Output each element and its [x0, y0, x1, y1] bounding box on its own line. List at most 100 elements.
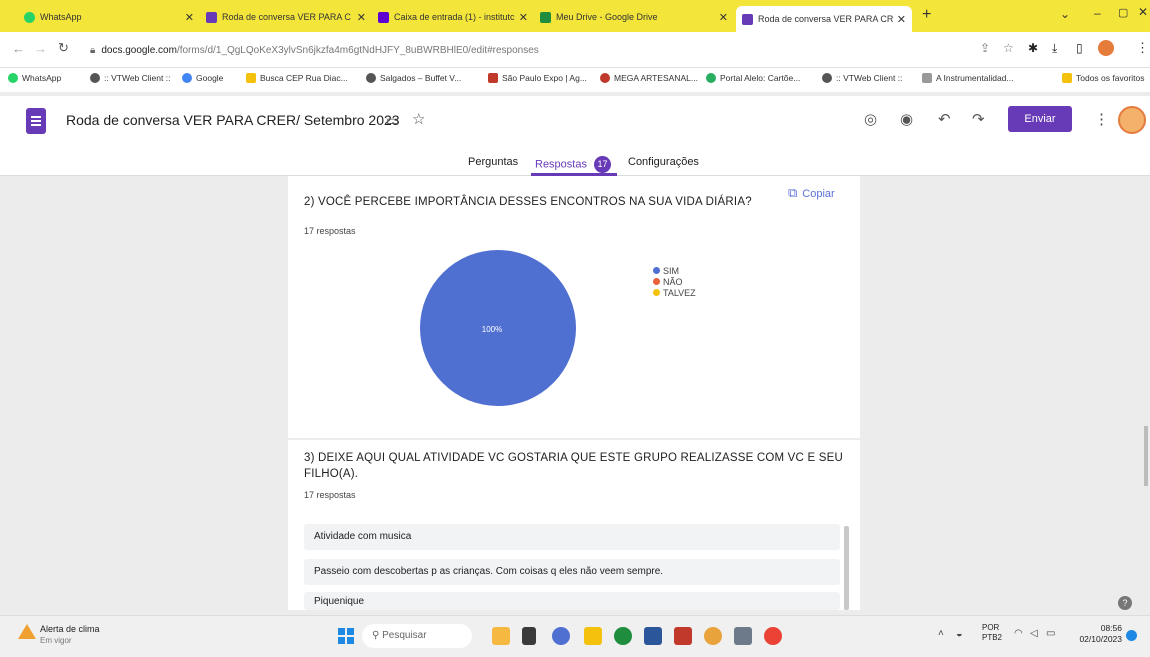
- legend-item-nao: NÃO: [653, 277, 696, 288]
- bookmark-item[interactable]: MEGA ARTESANAL...: [600, 73, 698, 83]
- legend-dot: [653, 278, 660, 285]
- language-indicator[interactable]: POR PTB2: [982, 623, 1002, 643]
- notification-icon[interactable]: [1126, 630, 1137, 641]
- legend-item-sim: SIM: [653, 266, 696, 277]
- bookmark-item[interactable]: São Paulo Expo | Ag...: [488, 73, 587, 83]
- google-forms-icon[interactable]: [26, 108, 46, 134]
- window-close-button[interactable]: ✕: [1138, 5, 1148, 19]
- whatsapp-icon: [8, 73, 18, 83]
- close-icon[interactable]: ✕: [185, 11, 194, 24]
- bookmarks-bar: WhatsApp :: VTWeb Client :: Google Busca…: [0, 68, 1150, 92]
- app-icon[interactable]: [734, 627, 752, 645]
- clock[interactable]: 08:56 02/10/2023: [1074, 623, 1122, 645]
- tab-whatsapp[interactable]: WhatsApp ✕: [18, 4, 200, 30]
- response-count: 17 respostas: [304, 490, 356, 500]
- app-icon[interactable]: [704, 627, 722, 645]
- chevron-down-icon[interactable]: ⌄: [1060, 7, 1070, 21]
- tab-drive[interactable]: Meu Drive - Google Drive ✕: [534, 4, 734, 30]
- send-button[interactable]: Enviar: [1008, 106, 1072, 132]
- weather-alert-icon[interactable]: [18, 624, 36, 639]
- file-explorer-icon[interactable]: [584, 627, 602, 645]
- undo-icon[interactable]: ↶: [938, 110, 951, 128]
- palette-icon[interactable]: ◎: [864, 110, 877, 128]
- bookmark-item[interactable]: :: VTWeb Client ::: [822, 73, 902, 83]
- tab-questions[interactable]: Perguntas: [468, 156, 518, 168]
- bookmark-item[interactable]: WhatsApp: [8, 73, 61, 83]
- bookmark-item[interactable]: :: VTWeb Client ::: [90, 73, 170, 83]
- taskbar-search[interactable]: ⚲ Pesquisar: [362, 624, 472, 648]
- widgets-icon[interactable]: [492, 627, 510, 645]
- edge-icon[interactable]: [614, 627, 632, 645]
- cloud-icon[interactable]: ◒: [956, 628, 963, 640]
- store-icon[interactable]: [644, 627, 662, 645]
- bookmark-item[interactable]: Portal Alelo: Cartõe...: [706, 73, 800, 83]
- chevron-up-icon[interactable]: ˄: [938, 628, 944, 639]
- tab-form-active[interactable]: Roda de conversa VER PARA CR ✕: [736, 6, 912, 32]
- responses-panel: 2) VOCÊ PERCEBE IMPORTÂNCIA DESSES ENCON…: [0, 176, 1150, 610]
- weather-title[interactable]: Alerta de clima: [40, 624, 100, 634]
- weather-subtitle: Em vigor: [40, 636, 72, 645]
- star-icon[interactable]: ☆: [1003, 41, 1014, 55]
- question-card-2: 2) VOCÊ PERCEBE IMPORTÂNCIA DESSES ENCON…: [288, 176, 860, 438]
- folder-icon: [1062, 73, 1072, 83]
- wifi-icon[interactable]: ◠: [1014, 628, 1023, 639]
- share-icon[interactable]: ⇪: [980, 41, 990, 55]
- list-item: Passeio com descobertas p as crianças. C…: [304, 559, 840, 585]
- volume-icon[interactable]: ◁: [1030, 628, 1038, 639]
- new-tab-button[interactable]: +: [922, 6, 931, 24]
- star-icon[interactable]: ☆: [412, 110, 425, 128]
- close-icon[interactable]: ✕: [897, 13, 906, 26]
- menu-icon[interactable]: ⋮: [1136, 40, 1149, 56]
- form-title[interactable]: Roda de conversa VER PARA CRER/ Setembro…: [66, 112, 400, 128]
- close-icon[interactable]: ✕: [519, 11, 528, 24]
- scrollbar[interactable]: [844, 526, 849, 610]
- redo-icon[interactable]: ↷: [972, 110, 985, 128]
- list-item: Atividade com musica: [304, 524, 840, 550]
- chrome-icon[interactable]: [764, 627, 782, 645]
- minimize-button[interactable]: –: [1094, 6, 1101, 20]
- bookmark-item[interactable]: Todos os favoritos: [1062, 73, 1145, 83]
- battery-icon[interactable]: ▭: [1046, 628, 1055, 639]
- sidepanel-icon[interactable]: ▯: [1076, 41, 1083, 55]
- maximize-button[interactable]: ▢: [1118, 6, 1128, 19]
- folder-icon[interactable]: ▭: [386, 112, 399, 129]
- bookmark-item[interactable]: Google: [182, 73, 223, 83]
- response-count: 17 respostas: [304, 226, 356, 236]
- download-icon[interactable]: ⤓: [1052, 41, 1057, 56]
- profile-avatar[interactable]: [1098, 40, 1114, 56]
- bookmark-item[interactable]: Busca CEP Rua Diac...: [246, 73, 348, 83]
- whatsapp-icon: [24, 11, 35, 23]
- tab-mail[interactable]: Caixa de entrada (1) - institutc ✕: [372, 4, 534, 30]
- back-arrow-icon[interactable]: ←: [12, 41, 25, 56]
- mail-icon: [378, 11, 389, 23]
- help-icon[interactable]: ?: [1118, 596, 1132, 610]
- copy-icon: ⧉: [788, 185, 798, 200]
- chat-icon[interactable]: [552, 627, 570, 645]
- google-icon: [182, 73, 192, 83]
- responses-count-badge: 17: [594, 156, 612, 173]
- tab-settings[interactable]: Configurações: [628, 156, 699, 168]
- url-field[interactable]: 🔒︎ docs.google.com /forms/d/1_QgLQoKeX3y…: [90, 39, 970, 61]
- tab-form-1[interactable]: Roda de conversa VER PARA C ✕: [200, 4, 372, 30]
- mcafee-icon[interactable]: [674, 627, 692, 645]
- copy-chart-button[interactable]: ⧉ Copiar: [788, 185, 835, 201]
- bookmark-item[interactable]: Salgados – Buffet V...: [366, 73, 461, 83]
- preview-eye-icon[interactable]: ◉: [900, 110, 913, 128]
- close-icon[interactable]: ✕: [719, 11, 728, 24]
- tab-responses-label: Respostas: [535, 158, 587, 171]
- reload-icon[interactable]: ↻: [58, 40, 69, 56]
- globe-icon: [822, 73, 832, 83]
- windows-start-icon[interactable]: [338, 628, 354, 644]
- extensions-icon[interactable]: ✱: [1028, 41, 1038, 55]
- avatar[interactable]: [1118, 106, 1146, 134]
- page-scrollbar[interactable]: [1144, 426, 1148, 486]
- more-options-icon[interactable]: ⋮: [1094, 110, 1109, 128]
- tab-responses[interactable]: Respostas 17: [535, 156, 612, 173]
- task-view-icon[interactable]: [522, 627, 536, 645]
- folder-icon: [246, 73, 256, 83]
- forward-arrow-icon[interactable]: →: [34, 41, 47, 56]
- pie-chart: 100%: [420, 250, 576, 406]
- google-forms-icon: [742, 13, 753, 25]
- close-icon[interactable]: ✕: [357, 11, 366, 24]
- bookmark-item[interactable]: A Instrumentalidad...: [922, 73, 1014, 83]
